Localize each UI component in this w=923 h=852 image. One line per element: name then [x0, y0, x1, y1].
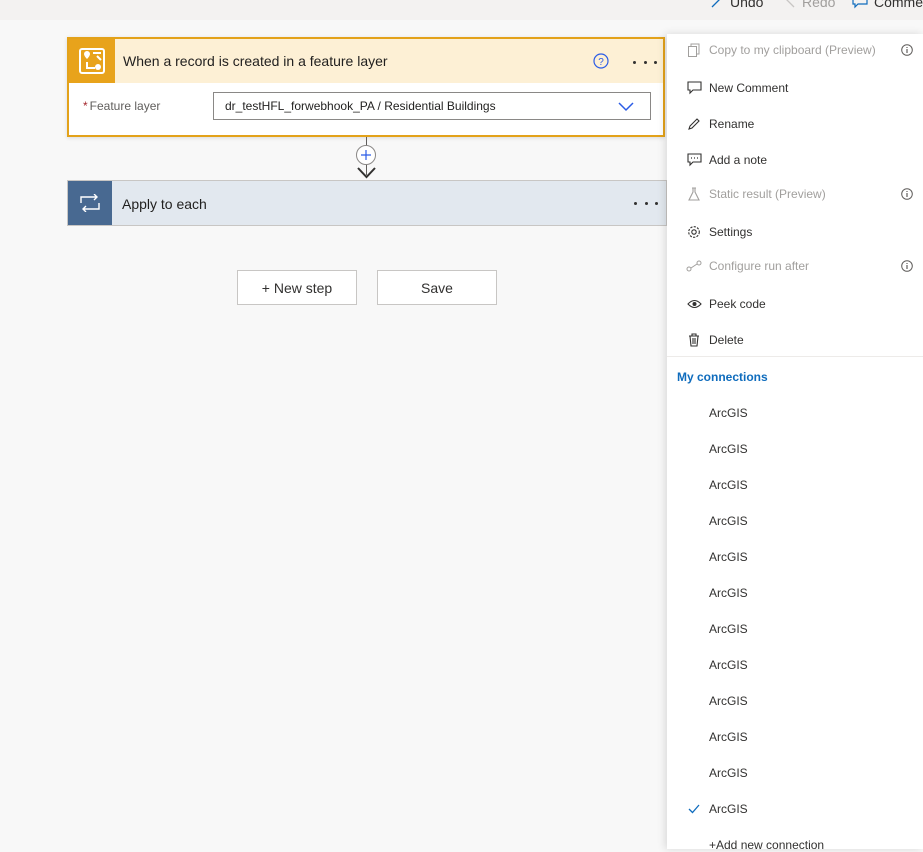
- loop-icon: [68, 181, 112, 225]
- connection-item[interactable]: ArcGIS: [709, 586, 748, 600]
- redo-label: Redo: [802, 0, 836, 10]
- action-context-menu: Copy to my clipboard (Preview) New Comme…: [667, 34, 923, 852]
- svg-text:?: ?: [598, 57, 604, 68]
- info-icon[interactable]: [901, 188, 913, 200]
- connection-item[interactable]: ArcGIS: [709, 550, 748, 564]
- connection-item[interactable]: ArcGIS: [709, 622, 748, 636]
- insert-step-button[interactable]: [356, 145, 376, 165]
- save-button[interactable]: Save: [377, 270, 497, 305]
- connection-item[interactable]: ArcGIS: [709, 658, 748, 672]
- flask-icon: [686, 186, 702, 202]
- connection-item[interactable]: ArcGIS: [709, 730, 748, 744]
- trash-icon: [686, 332, 702, 348]
- menu-item-label: Settings: [709, 225, 753, 239]
- undo-icon: [711, 0, 720, 8]
- more-options-icon[interactable]: [634, 195, 658, 211]
- copy-icon: [686, 42, 702, 58]
- command-bar: Undo Redo Comme: [0, 0, 923, 20]
- run-after-icon: [686, 258, 702, 274]
- comments-button[interactable]: Comme: [852, 0, 923, 10]
- menu-item-label: New Comment: [709, 81, 789, 95]
- connection-item[interactable]: ArcGIS: [709, 406, 748, 420]
- menu-item-rename[interactable]: Rename: [667, 109, 923, 139]
- connection-item[interactable]: ArcGIS: [709, 766, 748, 780]
- pencil-icon: [686, 116, 702, 132]
- comments-label: Comme: [874, 0, 923, 10]
- menu-item-copy-clipboard[interactable]: Copy to my clipboard (Preview): [667, 35, 923, 65]
- undo-button[interactable]: Undo: [710, 0, 763, 10]
- note-icon: [686, 152, 702, 168]
- required-marker: *: [83, 99, 88, 113]
- add-new-connection-link[interactable]: +Add new connection: [709, 838, 824, 852]
- menu-item-add-note[interactable]: Add a note: [667, 145, 923, 175]
- menu-item-label: Peek code: [709, 297, 766, 311]
- redo-icon: [786, 0, 795, 8]
- connection-item[interactable]: ArcGIS: [709, 514, 748, 528]
- my-connections-heading: My connections: [677, 370, 768, 384]
- connection-item-selected[interactable]: ArcGIS: [709, 802, 748, 816]
- arcgis-trigger-icon: [69, 39, 115, 83]
- trigger-card-header[interactable]: When a record is created in a feature la…: [69, 39, 663, 83]
- menu-divider: [667, 356, 923, 357]
- menu-item-label: Configure run after: [709, 259, 810, 273]
- apply-to-each-card[interactable]: Apply to each: [67, 180, 667, 226]
- menu-item-delete[interactable]: Delete: [667, 325, 923, 355]
- menu-item-new-comment[interactable]: New Comment: [667, 73, 923, 103]
- trigger-card[interactable]: When a record is created in a feature la…: [67, 37, 665, 137]
- feature-layer-value: dr_testHFL_forwebhook_PA / Residential B…: [225, 99, 496, 113]
- info-icon[interactable]: [901, 44, 913, 56]
- eye-icon: [686, 296, 702, 312]
- more-options-icon[interactable]: [633, 54, 657, 70]
- redo-button[interactable]: Redo: [782, 0, 835, 10]
- menu-item-label: Rename: [709, 117, 755, 131]
- new-step-button[interactable]: + New step: [237, 270, 357, 305]
- undo-label: Undo: [730, 0, 764, 10]
- info-icon[interactable]: [901, 260, 913, 272]
- trigger-title: When a record is created in a feature la…: [123, 53, 388, 69]
- connection-item[interactable]: ArcGIS: [709, 442, 748, 456]
- connection-item[interactable]: ArcGIS: [709, 478, 748, 492]
- feature-layer-dropdown[interactable]: dr_testHFL_forwebhook_PA / Residential B…: [213, 92, 651, 120]
- menu-item-peek-code[interactable]: Peek code: [667, 289, 923, 319]
- comment-icon: [686, 80, 702, 96]
- gear-icon: [686, 224, 702, 240]
- menu-item-label: Static result (Preview): [709, 187, 826, 201]
- help-icon[interactable]: ?: [593, 53, 609, 69]
- menu-item-label: Delete: [709, 333, 744, 347]
- plus-icon: [361, 150, 371, 160]
- checkmark-icon: [688, 804, 700, 814]
- menu-item-label: Add a note: [709, 153, 768, 167]
- feature-layer-label: * Feature layer: [83, 99, 161, 113]
- menu-item-configure-run-after[interactable]: Configure run after: [667, 251, 923, 281]
- connection-item[interactable]: ArcGIS: [709, 694, 748, 708]
- chevron-down-icon: [618, 102, 634, 112]
- comment-icon: [852, 0, 868, 9]
- menu-item-label: Copy to my clipboard (Preview): [709, 43, 876, 57]
- menu-item-static-result[interactable]: Static result (Preview): [667, 179, 923, 209]
- apply-to-each-title: Apply to each: [122, 196, 207, 212]
- arrow-down-icon: [357, 167, 376, 179]
- menu-item-settings[interactable]: Settings: [667, 217, 923, 247]
